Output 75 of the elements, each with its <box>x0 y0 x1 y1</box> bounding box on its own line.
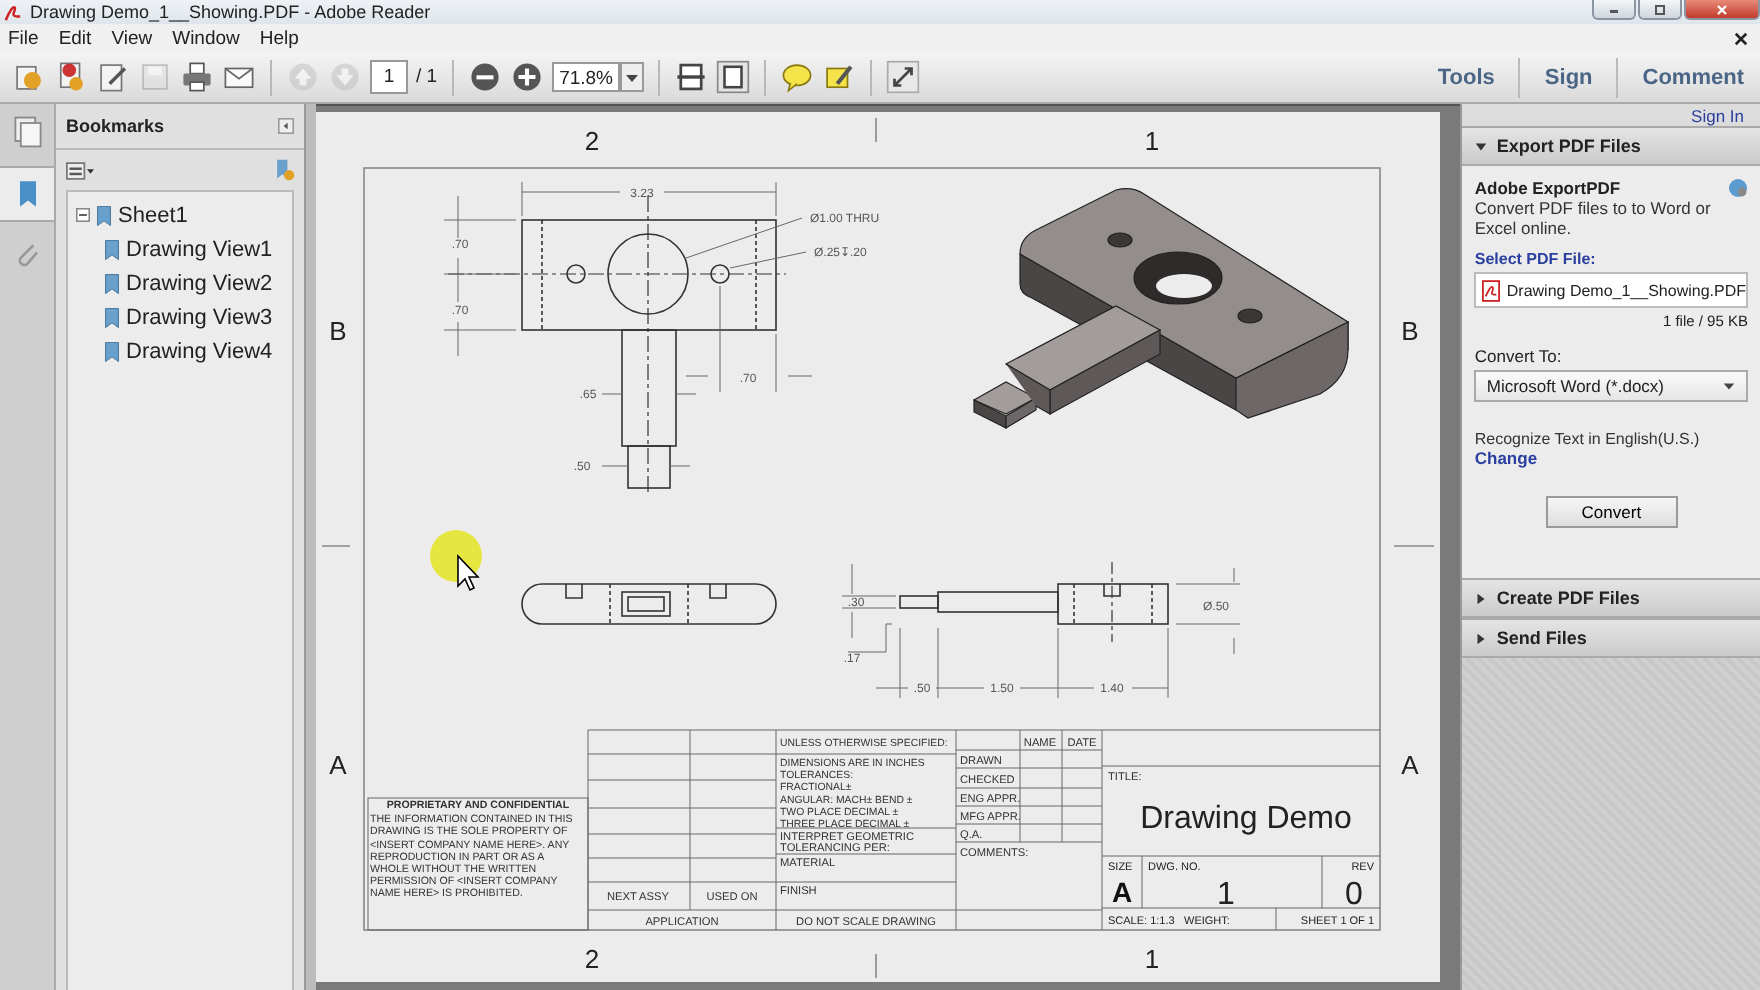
format-dropdown[interactable]: Microsoft Word (*.docx) <box>1474 370 1748 402</box>
zoom-in-icon[interactable] <box>509 60 544 94</box>
collapse-panel-icon[interactable] <box>278 118 295 134</box>
menu-item[interactable]: Window <box>172 27 240 49</box>
window-title: Drawing Demo_1__Showing.PDF - Adobe Reader <box>30 1 431 23</box>
bookmark-item[interactable]: Drawing View3 <box>126 305 273 329</box>
bookmark-item[interactable]: Drawing View4 <box>126 339 273 363</box>
menu-item[interactable]: Edit <box>58 27 92 49</box>
dropdown-arrow-icon <box>1722 380 1736 392</box>
pane-tab[interactable]: Tools <box>1421 65 1511 89</box>
pane-tab[interactable]: Sign <box>1528 65 1609 89</box>
bookmark-item[interactable]: Drawing View1 <box>126 237 273 261</box>
zone-label: 1 <box>1145 944 1160 974</box>
mouse-cursor-icon <box>457 554 481 592</box>
convert-to-label: Convert To: <box>1474 346 1564 366</box>
revision: 0 <box>1345 878 1364 912</box>
bookmarks-tab[interactable] <box>0 166 54 222</box>
convert-button[interactable]: Convert <box>1545 496 1678 528</box>
folder-icon[interactable] <box>12 60 46 94</box>
create-pdf-icon[interactable] <box>54 60 88 94</box>
maximize-button[interactable] <box>1638 0 1682 20</box>
service-description: Convert PDF files to to Word or Excel online. <box>1474 198 1713 238</box>
select-file-label: Select PDF File: <box>1474 250 1598 268</box>
caret-icon <box>623 71 640 83</box>
pages-icon[interactable] <box>9 114 45 150</box>
drawing-title: Drawing Demo <box>1140 802 1353 836</box>
zone-label: A <box>1402 750 1420 780</box>
zone-label: 1 <box>1145 126 1160 156</box>
fit-page-icon[interactable] <box>715 60 750 94</box>
ocr-language-text: Recognize Text in English(U.S.) <box>1474 430 1702 448</box>
panel-title: Bookmarks <box>66 116 165 136</box>
page-count: / 1 <box>416 66 438 88</box>
fit-width-icon[interactable] <box>673 60 708 94</box>
section-header[interactable]: Send Files <box>1462 618 1760 658</box>
pdf-icon <box>4 3 22 21</box>
zone-label: A <box>330 750 348 780</box>
pane-tab[interactable]: Comment <box>1626 65 1760 89</box>
page-number-field[interactable]: 1 <box>370 60 408 94</box>
highlight-icon[interactable] <box>821 60 856 94</box>
bookmark-item[interactable]: Sheet1 <box>118 203 188 227</box>
caret-icon <box>1474 591 1489 605</box>
drawing-number: 1 <box>1217 878 1236 912</box>
comment-icon[interactable] <box>779 60 814 94</box>
menu-item[interactable]: Help <box>259 27 299 49</box>
close-icon <box>1712 3 1732 15</box>
edit-document-icon[interactable] <box>96 60 130 94</box>
zone-label: 2 <box>585 126 600 156</box>
pdf-file-icon <box>1482 279 1501 301</box>
section-header[interactable]: Create PDF Files <box>1462 578 1760 618</box>
zoom-out-icon[interactable] <box>467 60 502 94</box>
bookmark-item[interactable]: Drawing View2 <box>126 271 273 295</box>
collapse-icon[interactable] <box>76 208 90 222</box>
maximize-icon <box>1650 3 1670 15</box>
caret-icon <box>1474 139 1489 153</box>
print-icon[interactable] <box>180 60 214 94</box>
zone-label: B <box>330 316 348 346</box>
menu-item[interactable]: View <box>111 27 153 49</box>
zoom-dropdown-button[interactable] <box>619 62 644 92</box>
caret-icon <box>1474 631 1489 645</box>
selected-file-field[interactable]: Drawing Demo_1__Showing.PDF <box>1474 272 1748 308</box>
zone-label: 2 <box>585 944 600 974</box>
zoom-field[interactable]: 71.8% <box>551 62 620 92</box>
sheet-size: A <box>1112 876 1133 908</box>
sign-in-link[interactable]: Sign In <box>1691 105 1744 125</box>
menu-item[interactable]: File <box>8 27 39 49</box>
close-button[interactable] <box>1684 0 1760 20</box>
options-icon[interactable] <box>66 161 94 179</box>
expand-icon[interactable] <box>885 60 920 94</box>
minimize-button[interactable] <box>1592 0 1636 20</box>
zone-label: B <box>1402 316 1420 346</box>
close-icon[interactable] <box>1734 31 1748 45</box>
globe-icon <box>1728 178 1748 198</box>
service-name: Adobe ExportPDF <box>1474 178 1621 198</box>
section-header[interactable]: Export PDF Files <box>1462 126 1760 166</box>
change-link[interactable]: Change <box>1474 448 1748 468</box>
